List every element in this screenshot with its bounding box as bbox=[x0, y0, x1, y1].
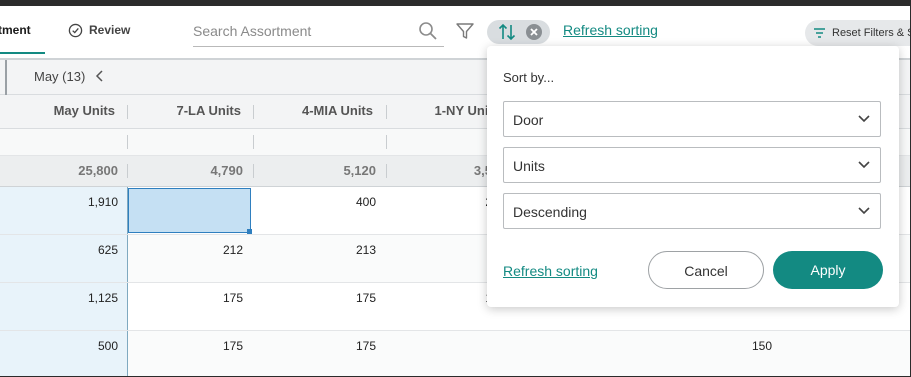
fill-handle[interactable] bbox=[247, 229, 252, 234]
cell-mia-units[interactable]: 175 bbox=[280, 339, 376, 353]
tab-review[interactable]: Review bbox=[68, 6, 130, 54]
column-separator[interactable] bbox=[253, 105, 254, 119]
search-box bbox=[193, 18, 444, 47]
search-icon[interactable] bbox=[418, 21, 438, 41]
cancel-button[interactable]: Cancel bbox=[648, 251, 764, 289]
column-separator bbox=[127, 164, 128, 178]
filter-lines-icon bbox=[814, 28, 825, 38]
cell-other-units[interactable]: 150 bbox=[700, 339, 772, 353]
cell-la-units[interactable]: 175 bbox=[150, 339, 243, 353]
search-input[interactable] bbox=[193, 18, 413, 44]
total-mia-units: 5,120 bbox=[343, 163, 376, 178]
column-separator bbox=[386, 164, 387, 178]
cell-ny-units[interactable]: 1 bbox=[400, 291, 492, 305]
cell-mia-units[interactable]: 213 bbox=[280, 243, 376, 257]
total-ny-units: 3,5 bbox=[473, 163, 492, 178]
apply-button[interactable]: Apply bbox=[773, 251, 883, 289]
filter-icon[interactable] bbox=[455, 21, 475, 41]
popover-refresh-sorting-link[interactable]: Refresh sorting bbox=[503, 263, 598, 279]
clear-sort-icon[interactable] bbox=[525, 23, 543, 41]
chevron-down-icon bbox=[858, 115, 870, 123]
column-header-mia-units[interactable]: 4-MIA Units bbox=[270, 103, 373, 118]
chevron-down-icon bbox=[858, 207, 870, 215]
column-separator bbox=[386, 135, 387, 149]
app-frame: tment Review Search Assortment Refresh s… bbox=[0, 0, 911, 377]
sort-chip[interactable] bbox=[487, 20, 550, 44]
month-group-label: May (13) bbox=[34, 69, 86, 84]
sort-field-value: Door bbox=[513, 112, 544, 128]
chevron-down-icon bbox=[858, 161, 870, 169]
total-la-units: 4,790 bbox=[210, 163, 243, 178]
cell-may-units[interactable]: 1,125 bbox=[40, 291, 118, 305]
cell-may-units[interactable]: 1,910 bbox=[40, 195, 118, 209]
cell-mia-units[interactable]: 400 bbox=[280, 195, 376, 209]
column-header-la-units[interactable]: 7-LA Units bbox=[150, 103, 241, 118]
total-may-units: 25,800 bbox=[78, 163, 118, 178]
chevron-left-icon[interactable] bbox=[95, 70, 105, 82]
tab-review-label: Review bbox=[89, 23, 131, 37]
tab-assortment-label: tment bbox=[0, 23, 31, 37]
cell-may-units[interactable]: 500 bbox=[40, 339, 118, 353]
column-header-may-units[interactable]: May Units bbox=[40, 103, 115, 118]
column-separator[interactable] bbox=[386, 105, 387, 119]
cell-mia-units[interactable]: 175 bbox=[280, 291, 376, 305]
sort-popover: Sort by... Door Units Descending Refresh… bbox=[487, 46, 899, 307]
sort-popover-title: Sort by... bbox=[503, 70, 555, 85]
column-separator[interactable] bbox=[127, 105, 128, 119]
table-row: 500 175 175 150 bbox=[0, 331, 911, 377]
cell-may-units[interactable]: 625 bbox=[40, 243, 118, 257]
sort-measure-select[interactable]: Units bbox=[503, 147, 881, 183]
tab-assortment[interactable]: tment bbox=[0, 6, 31, 54]
active-tab-indicator bbox=[0, 52, 45, 54]
selected-cell[interactable] bbox=[128, 188, 252, 234]
sort-direction-value: Descending bbox=[513, 204, 587, 220]
cell-la-units[interactable]: 212 bbox=[150, 243, 243, 257]
reset-filters-label: Reset Filters & S bbox=[832, 27, 911, 39]
sort-measure-value: Units bbox=[513, 158, 545, 174]
column-separator bbox=[253, 164, 254, 178]
cell-ny-units[interactable]: 2 bbox=[400, 195, 492, 209]
may-units-cell-bg bbox=[0, 331, 128, 377]
check-circle-icon bbox=[68, 23, 83, 37]
sort-arrows-icon[interactable] bbox=[497, 22, 517, 42]
column-separator bbox=[253, 135, 254, 149]
sort-field-select[interactable]: Door bbox=[503, 101, 881, 137]
column-separator bbox=[127, 135, 128, 149]
refresh-sorting-link[interactable]: Refresh sorting bbox=[563, 22, 658, 38]
reset-filters-chip[interactable]: Reset Filters & S bbox=[805, 20, 911, 46]
sort-direction-select[interactable]: Descending bbox=[503, 193, 881, 229]
cell-la-units[interactable]: 175 bbox=[150, 291, 243, 305]
